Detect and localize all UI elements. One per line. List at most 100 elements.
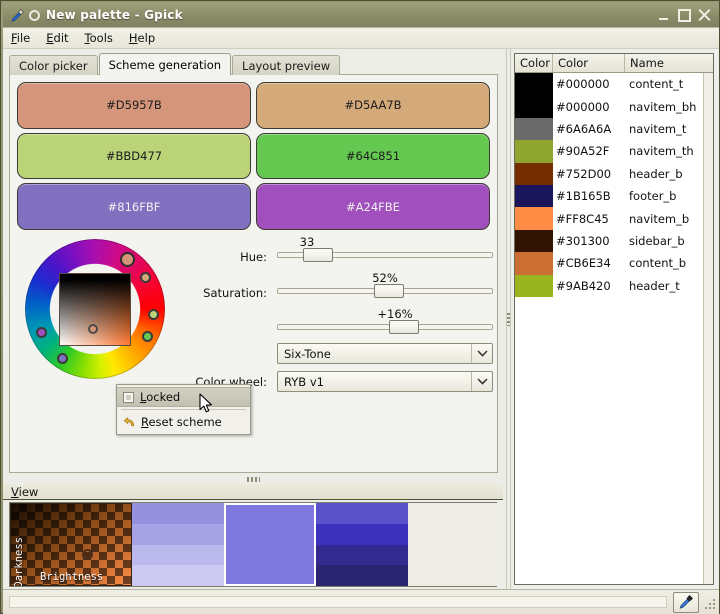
chevron-down-icon[interactable] [471, 372, 492, 391]
color-wheel-widget[interactable] [17, 235, 167, 390]
menu-edit[interactable]: Edit [46, 31, 68, 45]
hue-label: Hue: [240, 250, 267, 264]
color-wheel-marker[interactable] [148, 308, 160, 320]
preview-right-strip[interactable] [316, 503, 408, 586]
lightness-slider-thumb[interactable] [388, 320, 419, 334]
tab-layout-preview[interactable]: Layout preview [232, 55, 341, 75]
menu-file-rest: ile [16, 31, 31, 45]
palette-row-swatch[interactable] [515, 184, 553, 208]
palette-row-name: navitem_t [629, 121, 687, 136]
chevron-down-icon[interactable] [471, 344, 492, 363]
palette-row-swatch[interactable] [515, 229, 553, 253]
scheme-generation-page: #D5957B #D5AA7B #BBD477 #64C851 #816FBF … [9, 74, 498, 473]
menu-tools[interactable]: Tools [85, 31, 113, 45]
left-pane: Color picker Scheme generation Layout pr… [3, 49, 503, 589]
status-message-area [9, 596, 667, 608]
color-wheel-value: RYB v1 [284, 374, 324, 389]
palette-row-swatch[interactable] [515, 73, 553, 96]
palette-list-scrollbar[interactable] [703, 73, 713, 584]
scheme-type-combo[interactable]: Six-Tone [277, 343, 493, 364]
hue-slider-thumb[interactable] [303, 248, 334, 262]
palette-row-swatch[interactable] [515, 162, 553, 185]
menu-edit-rest: dit [53, 31, 69, 45]
resize-grip-icon[interactable] [702, 594, 716, 610]
saturation-value-box[interactable] [59, 273, 131, 346]
preview-strip-cell[interactable] [132, 503, 224, 524]
palette-row[interactable]: #CB6E34 content_b [515, 252, 703, 275]
preview-center-block[interactable] [224, 503, 316, 586]
saturation-slider[interactable] [277, 284, 493, 298]
palette-row[interactable]: #752D00 header_b [515, 162, 703, 185]
minimize-button[interactable] [658, 9, 671, 22]
color-picker-button[interactable] [673, 591, 699, 613]
menu-file[interactable]: File [11, 31, 30, 45]
color-wheel-marker[interactable] [139, 272, 151, 284]
menu-help[interactable]: Help [129, 31, 155, 45]
color-wheel-combo[interactable]: RYB v1 [277, 371, 493, 392]
view-panel-header[interactable]: View [3, 484, 503, 500]
scheme-swatch[interactable]: #BBD477 [17, 132, 251, 180]
palette-row[interactable]: #9AB420 header_t [515, 274, 703, 297]
column-header-name[interactable]: Name [625, 54, 713, 72]
palette-row-swatch[interactable] [515, 117, 553, 141]
menu-help-rest: elp [137, 31, 156, 45]
title-bar[interactable]: New palette - Gpick [3, 3, 719, 27]
tab-color-picker[interactable]: Color picker [9, 55, 98, 75]
palette-row[interactable]: #FF8C45 navitem_b [515, 207, 703, 230]
scheme-swatch-label: #816FBF [107, 199, 161, 214]
scheme-swatch[interactable]: #D5AA7B [256, 82, 490, 129]
scheme-swatch[interactable]: #64C851 [256, 132, 490, 180]
palette-row-hex: #752D00 [556, 166, 612, 181]
horizontal-splitter[interactable] [3, 474, 503, 484]
saturation-slider-thumb[interactable] [373, 284, 404, 298]
palette-row-hex: #6A6A6A [556, 121, 612, 136]
palette-row-swatch[interactable] [515, 140, 553, 163]
notebook-tabs: Color picker Scheme generation Layout pr… [9, 53, 341, 75]
window-menu-icon[interactable] [29, 9, 40, 21]
palette-row-swatch[interactable] [515, 252, 553, 275]
palette-row[interactable]: #000000 navitem_bh [515, 95, 703, 118]
palette-row-hex: #000000 [556, 99, 610, 114]
column-header-color-hex[interactable]: Color [553, 54, 625, 72]
column-header-color-swatch[interactable]: Color [515, 54, 553, 72]
preview-left-strip[interactable] [132, 503, 224, 586]
preview-strip-cell[interactable] [316, 523, 408, 545]
maximize-button[interactable] [678, 8, 691, 22]
vertical-splitter[interactable] [503, 49, 514, 589]
palette-row-swatch[interactable] [515, 207, 553, 230]
preview-strip-cell[interactable] [316, 503, 408, 524]
tab-scheme-generation[interactable]: Scheme generation [98, 53, 232, 75]
color-wheel-marker[interactable] [119, 252, 135, 268]
palette-row-swatch[interactable] [515, 274, 553, 297]
scheme-swatch[interactable]: #A24FBE [256, 183, 490, 230]
lightness-slider[interactable] [277, 320, 493, 334]
context-menu-item-locked[interactable]: Locked [117, 387, 250, 407]
body-area: Color picker Scheme generation Layout pr… [3, 49, 719, 589]
palette-row[interactable]: #301300 sidebar_b [515, 229, 703, 253]
preview-strip-cell[interactable] [132, 544, 224, 566]
context-menu-reset-label: Reset scheme [141, 415, 222, 429]
color-wheel-marker[interactable] [141, 331, 153, 343]
hue-slider[interactable] [277, 248, 493, 262]
client-area: File Edit Tools Help Color picker Scheme… [3, 27, 719, 614]
preview-strip-cell[interactable] [316, 544, 408, 566]
palette-row-name: navitem_bh [629, 99, 697, 114]
brightness-darkness-picker[interactable]: Darkness Brightness [10, 503, 132, 586]
context-menu-item-reset-scheme[interactable]: Reset scheme [117, 412, 250, 432]
saturation-value-marker[interactable] [88, 324, 98, 334]
palette-row[interactable]: #6A6A6A navitem_t [515, 117, 703, 141]
brightness-darkness-marker[interactable] [82, 549, 93, 560]
preview-strip-cell[interactable] [132, 565, 224, 586]
scheme-swatch[interactable]: #816FBF [17, 183, 251, 230]
close-button[interactable] [698, 8, 711, 22]
palette-row[interactable]: #1B165B footer_b [515, 184, 703, 208]
scheme-swatch[interactable]: #D5957B [17, 82, 251, 129]
scheme-swatch-label: #A24FBE [346, 199, 400, 214]
palette-row[interactable]: #000000 content_t [515, 73, 703, 96]
scheme-swatch-label: #64C851 [345, 148, 401, 163]
preview-strip-cell[interactable] [316, 565, 408, 586]
palette-row[interactable]: #90A52F navitem_th [515, 140, 703, 163]
palette-row-swatch[interactable] [515, 95, 553, 118]
checkbox-icon[interactable] [123, 391, 134, 403]
preview-strip-cell[interactable] [132, 523, 224, 545]
